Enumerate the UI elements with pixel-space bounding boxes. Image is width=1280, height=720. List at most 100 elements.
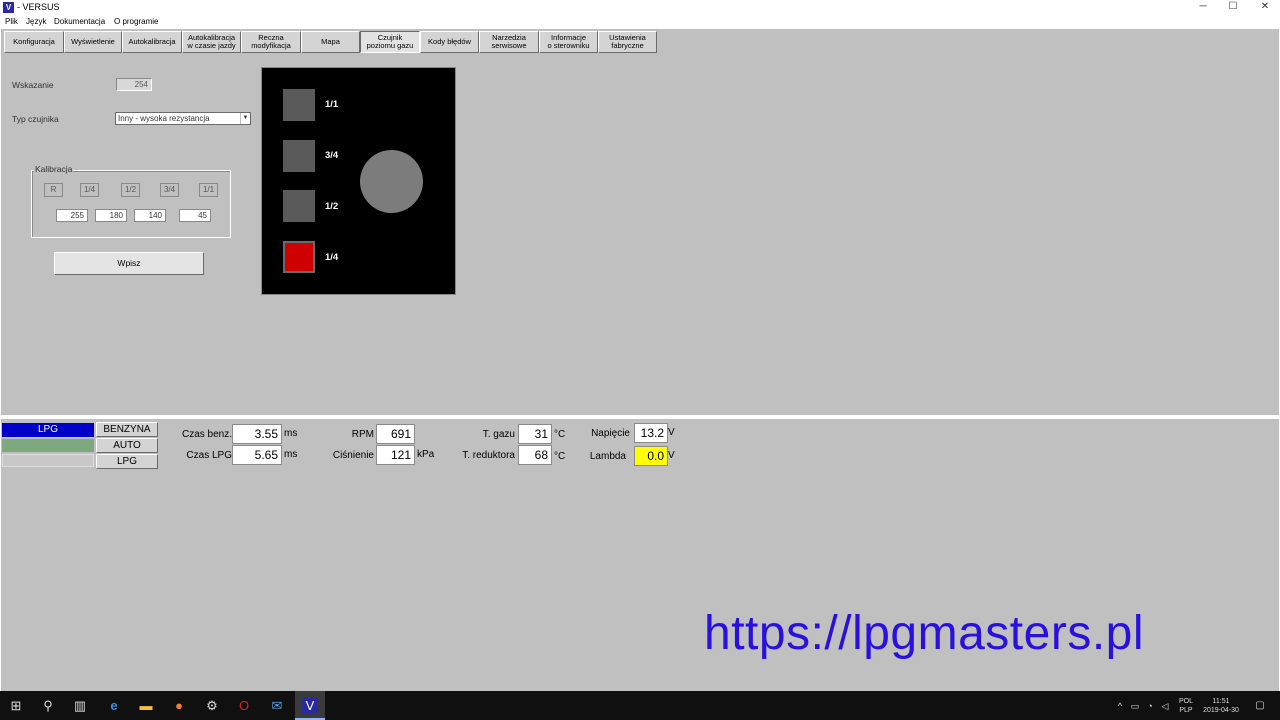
versus-app-icon[interactable]: V <box>302 698 318 714</box>
fuel-indicator: LPG <box>2 423 94 437</box>
sensor-type-select[interactable]: Inny - wysoka rezystancja ▼ <box>115 112 251 125</box>
clock-time: 11:51 <box>1212 698 1230 705</box>
search-icon[interactable]: ⚲ <box>40 698 56 714</box>
tab-kody-bledow[interactable]: Kody błędów <box>420 31 479 53</box>
tab-informacje-o-sterowniku[interactable]: Informacje o sterowniku <box>539 31 598 53</box>
tab-czujnik-poziomu-gazu[interactable]: Czujnik poziomu gazu <box>360 31 420 53</box>
lambda-value: 0.0 <box>634 446 668 466</box>
firefox-icon[interactable]: ● <box>171 698 187 714</box>
menu-o-programie[interactable]: O programie <box>114 17 158 26</box>
tab-label: Mapa <box>321 37 340 46</box>
minimize-button[interactable]: ─ <box>1188 0 1218 15</box>
lpg-indicator <box>2 454 94 467</box>
napiecie-value: 13.2 <box>634 423 668 443</box>
czas-lpg-unit: ms <box>284 449 298 460</box>
task-view-icon[interactable]: ▥ <box>72 698 88 714</box>
rpm-label: RPM <box>351 429 374 440</box>
tab-wyswietlenie[interactable]: Wyświetlenie <box>64 31 122 53</box>
menu-bar: Plik Język Dokumentacja O programie <box>0 15 1280 29</box>
volume-icon[interactable]: ◁ <box>1157 698 1173 714</box>
calibrate-1-1-button[interactable]: 1/1 <box>199 183 218 197</box>
file-explorer-icon[interactable]: ▬ <box>138 698 154 714</box>
calibration-title: Kalibracja <box>34 164 74 174</box>
tab-autokalibracja[interactable]: Autokalibracja <box>122 31 182 53</box>
chevron-up-icon[interactable]: ^ <box>1112 698 1128 714</box>
menu-plik[interactable]: Plik <box>5 17 18 26</box>
lambda-unit: V <box>668 450 675 461</box>
napiecie-unit: V <box>668 427 675 438</box>
level-led-1-4 <box>283 241 315 273</box>
network-icon[interactable]: ◔ <box>1142 698 1158 714</box>
tab-label: Narzedzia serwisowe <box>491 33 527 50</box>
calibrate-r-button[interactable]: R <box>44 183 63 197</box>
app-logo-icon: V <box>3 2 14 13</box>
indication-label: Wskazanie <box>12 80 54 90</box>
window-title: - VERSUS <box>17 2 60 12</box>
level-led-1-1 <box>283 89 315 121</box>
napiecie-label: Napięcie <box>591 428 630 439</box>
settings-icon[interactable]: ⚙ <box>204 698 220 714</box>
opera-icon[interactable]: O <box>236 698 252 714</box>
t-reduktora-value: 68 <box>518 445 552 465</box>
lpg-button[interactable]: LPG <box>96 454 158 469</box>
t-reduktora-label: T. reduktora <box>462 450 515 461</box>
calibration-value-1-2[interactable]: 180 <box>95 209 127 222</box>
chevron-down-icon[interactable]: ▼ <box>240 113 250 124</box>
tab-mapa[interactable]: Mapa <box>301 31 360 53</box>
cisnienie-unit: kPa <box>417 449 435 460</box>
calibration-value-1-1[interactable]: 45 <box>179 209 211 222</box>
gauge-circle-icon <box>360 150 423 213</box>
menu-jezyk[interactable]: Język <box>26 17 46 26</box>
battery-icon[interactable]: ▭ <box>1127 698 1143 714</box>
tab-autokalibracja-jazdy[interactable]: Autokalibracja w czasie jazdy <box>182 31 241 53</box>
czas-lpg-value: 5.65 <box>232 445 282 465</box>
calibration-value-3-4[interactable]: 140 <box>134 209 166 222</box>
calibrate-1-2-button[interactable]: 1/2 <box>121 183 140 197</box>
menu-dokumentacja[interactable]: Dokumentacja <box>54 17 105 26</box>
tab-label: Autokalibracja w czasie jazdy <box>187 33 236 50</box>
calibrate-1-4-button[interactable]: 1/4 <box>80 183 99 197</box>
t-gazu-label: T. gazu <box>482 429 515 440</box>
status-separator <box>0 415 1280 419</box>
auto-indicator <box>2 439 94 452</box>
clock-date: 2019-04-30 <box>1203 707 1239 714</box>
mail-icon[interactable]: ✉ <box>269 698 285 714</box>
edge-icon[interactable]: e <box>106 698 122 714</box>
calibration-group <box>31 170 231 238</box>
close-button[interactable]: ✕ <box>1250 0 1280 15</box>
calibrate-3-4-button[interactable]: 3/4 <box>160 183 179 197</box>
indication-value: 254 <box>116 78 152 91</box>
level-label-1-1: 1/1 <box>325 99 339 110</box>
lambda-label: Lambda <box>589 451 626 462</box>
tab-label: Czujnik poziomu gazu <box>366 33 414 50</box>
maximize-button[interactable]: ☐ <box>1218 0 1248 15</box>
benzyna-button[interactable]: BENZYNA <box>96 422 158 437</box>
cisnienie-value: 121 <box>376 445 415 465</box>
auto-button[interactable]: AUTO <box>96 438 158 453</box>
tab-label: Konfiguracja <box>13 37 55 46</box>
calibration-value-1-4[interactable]: 255 <box>56 209 88 222</box>
czas-benz-label: Czas benz. <box>181 429 232 440</box>
level-label-1-4: 1/4 <box>325 252 339 263</box>
level-label-3-4: 3/4 <box>325 150 339 161</box>
cisnienie-label: Ciśnienie <box>332 450 374 461</box>
clock[interactable]: 11:51 2019-04-30 <box>1198 697 1244 715</box>
tab-label: Kody błędów <box>428 37 471 46</box>
tab-reczna-modyfikacja[interactable]: Reczna modyfikacja <box>241 31 301 53</box>
tab-narzedzia-serwisowe[interactable]: Narzedzia serwisowe <box>479 31 539 53</box>
tab-label: Ustawienia fabryczne <box>609 33 646 50</box>
notifications-icon[interactable]: ▢ <box>1252 698 1268 714</box>
level-led-1-2 <box>283 190 315 222</box>
input-language[interactable]: POL PLP <box>1176 697 1196 715</box>
windows-start-icon[interactable]: ⊞ <box>8 698 24 714</box>
write-button[interactable]: Wpisz <box>54 252 204 275</box>
t-gazu-unit: °C <box>554 429 566 440</box>
tab-ustawienia-fabryczne[interactable]: Ustawienia fabryczne <box>598 31 657 53</box>
gas-level-panel: 1/1 3/4 1/2 1/4 <box>261 67 456 295</box>
tab-konfiguracja[interactable]: Konfiguracja <box>4 31 64 53</box>
sensor-type-value: Inny - wysoka rezystancja <box>118 114 210 123</box>
level-label-1-2: 1/2 <box>325 201 339 212</box>
language-code: POL <box>1178 698 1193 705</box>
czas-benz-value: 3.55 <box>232 424 282 444</box>
title-bar: V - VERSUS ─ ☐ ✕ <box>0 0 1280 15</box>
